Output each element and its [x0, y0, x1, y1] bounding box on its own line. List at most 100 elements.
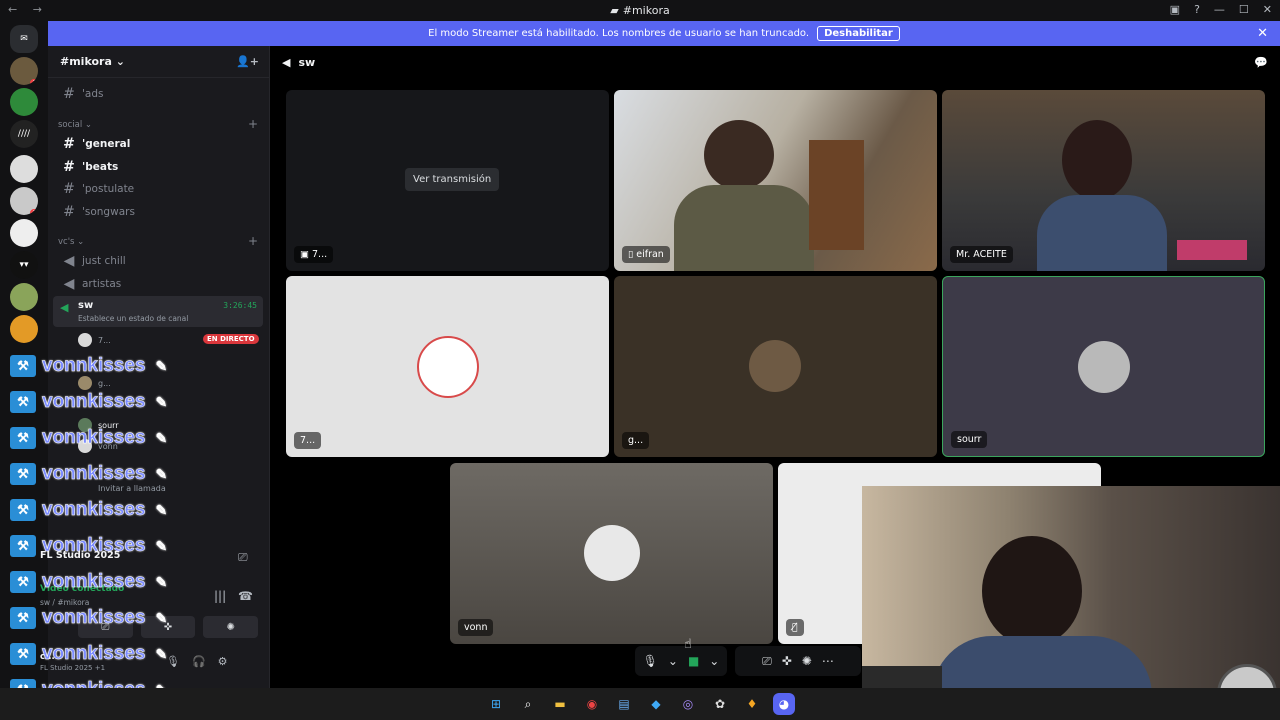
avatar [417, 336, 479, 398]
channel-general[interactable]: # 'general [56, 134, 262, 154]
add-channel-icon[interactable]: + [248, 117, 258, 131]
overlay-row: ⚒vonnkisses✎ [10, 463, 167, 485]
discord-home-icon[interactable]: ✉ [10, 25, 38, 53]
notepad-icon[interactable]: ▤ [613, 693, 635, 715]
call-controls: 🎙 ⌄ ■ ⌄ ⎚ ✜ ✺ ⋯ [635, 646, 861, 676]
search-icon[interactable]: ⌕ [517, 693, 539, 715]
tile-label: ▯ eifran [622, 246, 670, 263]
nav-arrows[interactable]: ← → [8, 3, 48, 16]
overlay-row: ⚒vonnkisses✎ [10, 427, 167, 449]
voice-channel-sw[interactable]: ◀ sw 3:26:45 Establece un estado de cana… [53, 296, 263, 327]
channel-songwars[interactable]: # 'songwars [56, 202, 262, 222]
activity-icon[interactable]: ✜ [782, 654, 792, 668]
window-title: ▰ #mikora [610, 4, 670, 17]
channel-status[interactable]: Establece un estado de canal [78, 314, 188, 323]
participant-head [704, 120, 774, 190]
disable-streamer-button[interactable]: Deshabilitar [817, 26, 900, 41]
noise-icon[interactable]: ||| [214, 589, 226, 603]
chrome-icon[interactable]: ◉ [581, 693, 603, 715]
feather-icon: ✎ [155, 465, 168, 482]
live-badge: EN DIRECTO [203, 334, 259, 344]
participant-head [1062, 120, 1132, 200]
server-icon[interactable] [10, 88, 38, 116]
pickaxe-icon: ⚒ [10, 535, 36, 557]
mic-icon[interactable]: 🎙 [643, 654, 658, 668]
feather-icon: ✎ [155, 501, 168, 518]
server-icon[interactable]: ▾▾ [10, 251, 38, 279]
camera-icon[interactable]: ■ [688, 654, 699, 668]
folder-icon[interactable]: ▬ [549, 693, 571, 715]
windows-start-icon[interactable]: ⊞ [485, 693, 507, 715]
maximize-button[interactable]: ☐ [1239, 3, 1249, 16]
tile-label: g... [622, 432, 650, 449]
screen-share-icon[interactable]: ⎚ [762, 654, 772, 669]
avatar [749, 340, 801, 392]
video-tile[interactable]: ▯ eifran [614, 90, 937, 271]
screen-share-icon[interactable]: ⎚ [238, 550, 248, 565]
app-icon[interactable]: ◆ [645, 693, 667, 715]
headphones-icon[interactable]: 🎧 [192, 655, 206, 668]
avatar-tile[interactable]: vonn [450, 463, 773, 644]
soundboard-button[interactable]: ✺ [203, 616, 259, 638]
speaker-icon: ◀ [63, 253, 75, 269]
voice-member[interactable]: g... [78, 376, 111, 390]
invite-to-call[interactable]: Invitar a llamada [98, 484, 166, 493]
overlay-row: ⚒vonnkisses✎ [10, 607, 167, 629]
chat-icon[interactable]: 💬 [1254, 56, 1268, 69]
help-icon[interactable]: ? [1194, 3, 1200, 16]
channel-ads[interactable]: # 'ads [56, 84, 262, 104]
more-icon[interactable]: ⋯ [822, 654, 834, 668]
voice-member[interactable]: 7... [78, 333, 111, 347]
channel-postulate[interactable]: # 'postulate [56, 179, 262, 199]
voice-channel-just-chill[interactable]: ◀ just chill [56, 251, 262, 271]
server-icon[interactable]: 1 [10, 187, 38, 215]
keyboard [1177, 240, 1247, 260]
pickaxe-icon: ⚒ [10, 571, 36, 593]
avatar-tile[interactable]: sourr [942, 276, 1265, 457]
muted-icon: 🎙̸ [786, 619, 804, 636]
server-header[interactable]: #mikora ⌄ 👤+ [48, 46, 269, 78]
server-icon[interactable] [10, 219, 38, 247]
add-channel-icon[interactable]: + [248, 234, 258, 248]
video-tile[interactable]: Mr. ACEITE [942, 90, 1265, 271]
category-vcs[interactable]: vc's ⌄ + [58, 234, 258, 248]
stream-tile[interactable]: Ver transmisión ▣ 7... [286, 90, 609, 271]
add-user-icon[interactable]: 👤+ [236, 55, 259, 68]
server-icon[interactable] [10, 283, 38, 311]
close-icon[interactable]: ✕ [1257, 26, 1268, 41]
category-social[interactable]: social ⌄ + [58, 117, 258, 131]
minimize-button[interactable]: — [1214, 3, 1225, 16]
soundboard-icon[interactable]: ✺ [802, 654, 812, 668]
server-icon[interactable] [10, 155, 38, 183]
speaker-icon: ◀ [60, 301, 69, 314]
mic-icon[interactable]: 🎙 [166, 655, 180, 668]
app-icon[interactable]: ✿ [709, 693, 731, 715]
chevron-down-icon[interactable]: ⌄ [709, 654, 719, 668]
inbox-icon[interactable]: ▣ [1170, 3, 1180, 16]
channel-beats[interactable]: # 'beats [56, 157, 262, 177]
server-icon[interactable]: //// [10, 120, 38, 148]
server-name: #mikora [60, 55, 112, 68]
call-channel-name: sw [298, 55, 316, 69]
avatar-tile[interactable]: 7... [286, 276, 609, 457]
disconnect-icon[interactable]: ☎ [238, 589, 253, 603]
feather-icon: ✎ [155, 429, 168, 446]
server-icon[interactable] [10, 315, 38, 343]
user-activity: FL Studio 2025 +1 [40, 664, 106, 672]
chevron-down-icon[interactable]: ⌄ [668, 654, 678, 668]
streamer-head [982, 536, 1082, 646]
window-titlebar: ← → ▰ #mikora ▣ ? — ☐ ✕ [0, 0, 1280, 21]
app-icon[interactable]: ◎ [677, 693, 699, 715]
gear-icon[interactable]: ⚙ [218, 655, 228, 668]
tile-label: vonn [458, 619, 494, 636]
app-icon[interactable]: ♦ [741, 693, 763, 715]
pickaxe-icon: ⚒ [10, 499, 36, 521]
voice-channel-artistas[interactable]: ◀ artistas [56, 274, 262, 294]
voice-connected-channel[interactable]: sw / #mikora [40, 598, 89, 607]
discord-taskbar-icon[interactable]: ◕ [773, 693, 795, 715]
avatar-tile[interactable]: g... [614, 276, 937, 457]
watch-stream-button[interactable]: Ver transmisión [405, 168, 500, 191]
pickaxe-icon: ⚒ [10, 463, 36, 485]
server-icon[interactable]: 1 [10, 57, 38, 85]
close-window-button[interactable]: ✕ [1263, 3, 1272, 16]
